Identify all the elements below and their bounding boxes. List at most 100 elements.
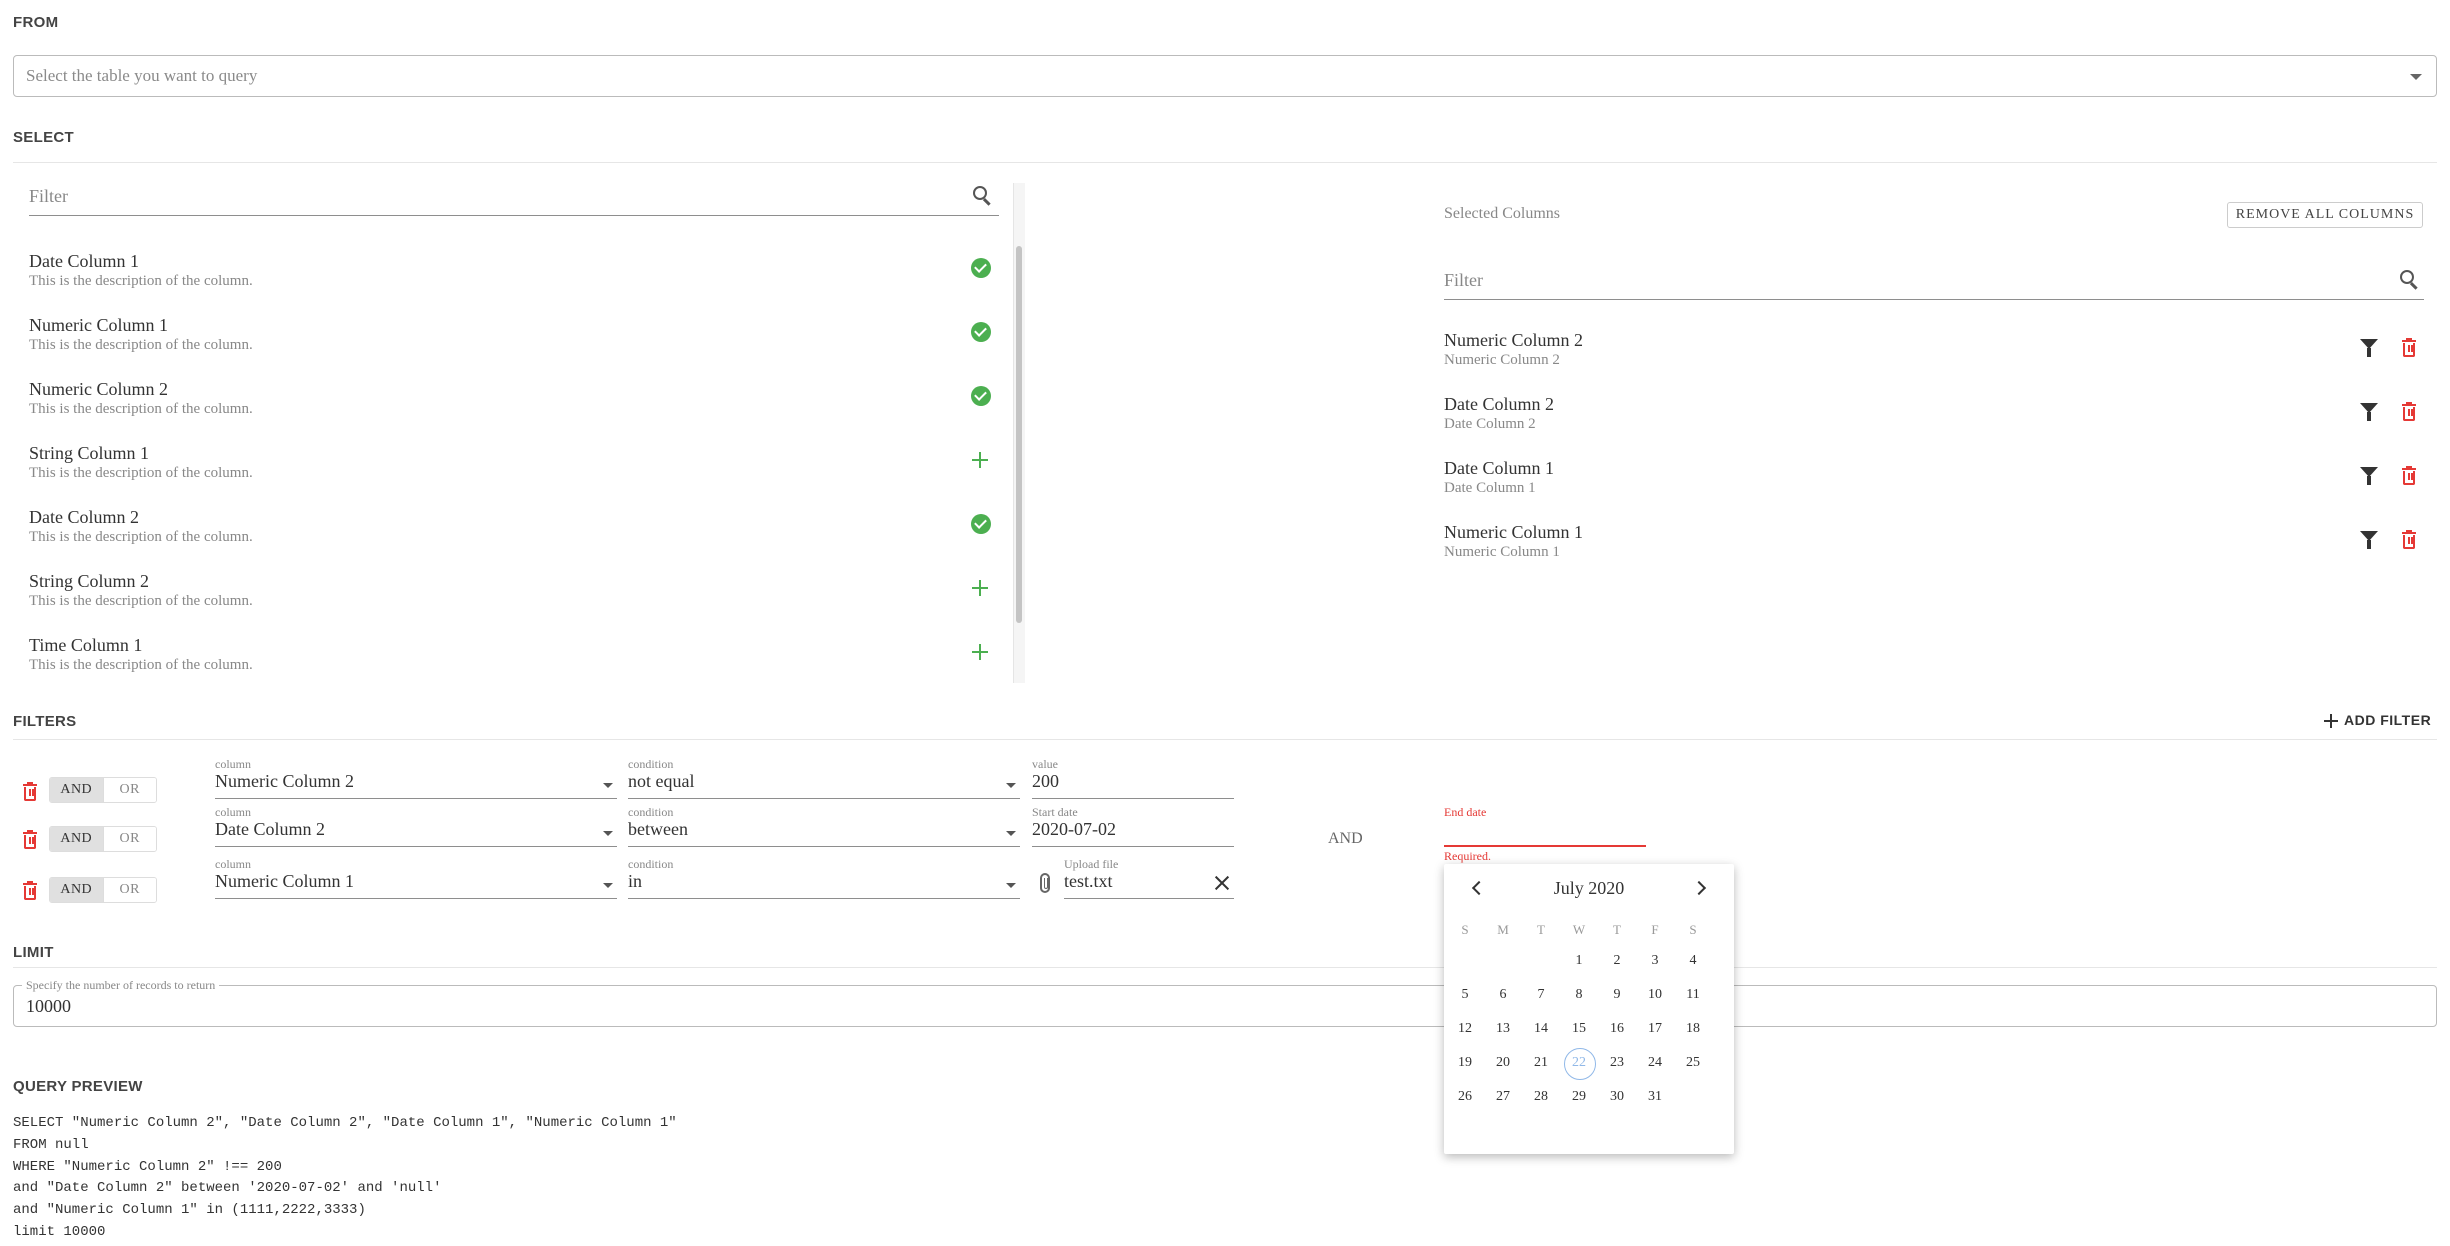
column-list-item[interactable]: String Column 2 This is the description o… (29, 571, 1009, 635)
and-option[interactable]: AND (50, 778, 103, 802)
filter-condition-select[interactable]: condition in (628, 857, 1020, 899)
and-option[interactable]: AND (50, 878, 103, 902)
selected-column-item[interactable]: Date Column 1 Date Column 1 (1444, 458, 2424, 522)
chevron-down-icon[interactable] (603, 883, 613, 888)
scrollbar-thumb[interactable] (1016, 246, 1022, 623)
filter-condition-select[interactable]: condition not equal (628, 757, 1020, 799)
calendar-day[interactable]: 27 (1484, 1080, 1522, 1114)
calendar-day[interactable]: 2 (1598, 944, 1636, 978)
column-list-item[interactable]: Time Column 1 This is the description of … (29, 635, 1009, 699)
delete-filter-icon[interactable] (23, 881, 37, 900)
calendar-day-today[interactable]: 22 (1560, 1046, 1598, 1080)
calendar-day[interactable]: 31 (1636, 1080, 1674, 1114)
end-date-input[interactable]: End date (1444, 805, 1646, 847)
clear-file-icon[interactable] (1214, 875, 1230, 891)
available-filter-input[interactable]: Filter (29, 178, 999, 216)
calendar-day[interactable]: 3 (1636, 944, 1674, 978)
filter-column-select[interactable]: column Date Column 2 (215, 805, 617, 847)
calendar-day[interactable]: 5 (1446, 978, 1484, 1012)
calendar-day[interactable]: 23 (1598, 1046, 1636, 1080)
delete-column-icon[interactable] (2402, 402, 2416, 421)
calendar-day[interactable]: 16 (1598, 1012, 1636, 1046)
and-option[interactable]: AND (50, 827, 103, 851)
calendar-day[interactable]: 30 (1598, 1080, 1636, 1114)
filter-column-select[interactable]: column Numeric Column 2 (215, 757, 617, 799)
attach-file-icon[interactable] (1040, 873, 1050, 893)
chevron-down-icon[interactable] (1006, 883, 1016, 888)
calendar-day[interactable]: 9 (1598, 978, 1636, 1012)
query-line: and "Numeric Column 1" in (1111,2222,333… (13, 1202, 366, 1219)
delete-filter-icon[interactable] (23, 782, 37, 801)
chevron-down-icon[interactable] (603, 831, 613, 836)
calendar-day[interactable]: 7 (1522, 978, 1560, 1012)
filter-condition-select[interactable]: condition between (628, 805, 1020, 847)
limit-input[interactable]: Specify the number of records to return … (13, 978, 2437, 1027)
table-select[interactable]: Select the table you want to query (13, 55, 2437, 97)
calendar-day[interactable]: 6 (1484, 978, 1522, 1012)
calendar-day[interactable]: 29 (1560, 1080, 1598, 1114)
delete-column-icon[interactable] (2402, 338, 2416, 357)
calendar-day[interactable]: 26 (1446, 1080, 1484, 1114)
filter-funnel-icon[interactable] (2360, 531, 2378, 549)
calendar-day[interactable]: 19 (1446, 1046, 1484, 1080)
and-or-toggle[interactable]: AND OR (49, 826, 157, 852)
check-circle-icon[interactable] (971, 386, 991, 406)
filter-funnel-icon[interactable] (2360, 467, 2378, 485)
delete-filter-icon[interactable] (23, 830, 37, 849)
calendar-day[interactable]: 4 (1674, 944, 1712, 978)
selected-column-item[interactable]: Numeric Column 2 Numeric Column 2 (1444, 330, 2424, 394)
check-circle-icon[interactable] (971, 322, 991, 342)
calendar-day[interactable]: 14 (1522, 1012, 1560, 1046)
calendar-day[interactable]: 28 (1522, 1080, 1560, 1114)
filter-value-input[interactable]: value 200 (1032, 757, 1234, 799)
search-icon[interactable] (2400, 270, 2420, 290)
search-icon[interactable] (973, 186, 993, 206)
upload-file-input[interactable]: Upload file test.txt (1064, 857, 1234, 899)
or-option[interactable]: OR (102, 778, 156, 802)
selected-filter-input[interactable]: Filter (1444, 262, 2424, 300)
check-circle-icon[interactable] (971, 258, 991, 278)
calendar-day[interactable]: 21 (1522, 1046, 1560, 1080)
add-column-icon[interactable] (971, 451, 989, 469)
or-option[interactable]: OR (102, 878, 156, 902)
filter-funnel-icon[interactable] (2360, 403, 2378, 421)
add-column-icon[interactable] (971, 579, 989, 597)
and-or-toggle[interactable]: AND OR (49, 877, 157, 903)
column-list-item[interactable]: Date Column 1 This is the description of … (29, 251, 1009, 315)
selected-column-item[interactable]: Date Column 2 Date Column 2 (1444, 394, 2424, 458)
calendar-day[interactable]: 20 (1484, 1046, 1522, 1080)
filter-funnel-icon[interactable] (2360, 339, 2378, 357)
calendar-day[interactable]: 10 (1636, 978, 1674, 1012)
chevron-down-icon[interactable] (1006, 783, 1016, 788)
calendar-day[interactable]: 12 (1446, 1012, 1484, 1046)
start-date-input[interactable]: Start date 2020-07-02 (1032, 805, 1234, 847)
and-or-toggle[interactable]: AND OR (49, 777, 157, 803)
column-list-item[interactable]: String Column 1 This is the description o… (29, 443, 1009, 507)
delete-column-icon[interactable] (2402, 530, 2416, 549)
calendar-day[interactable]: 8 (1560, 978, 1598, 1012)
or-option[interactable]: OR (102, 827, 156, 851)
calendar-day[interactable]: 13 (1484, 1012, 1522, 1046)
column-list-item[interactable]: Numeric Column 2 This is the description … (29, 379, 1009, 443)
check-circle-icon[interactable] (971, 514, 991, 534)
filter-column-select[interactable]: column Numeric Column 1 (215, 857, 617, 899)
calendar-day[interactable]: 15 (1560, 1012, 1598, 1046)
calendar-day[interactable]: 25 (1674, 1046, 1712, 1080)
calendar-day[interactable]: 11 (1674, 978, 1712, 1012)
chevron-down-icon[interactable] (603, 783, 613, 788)
column-list-item[interactable]: Numeric Column 1 This is the description … (29, 315, 1009, 379)
column-list-item[interactable]: Date Column 2 This is the description of … (29, 507, 1009, 571)
selected-column-item[interactable]: Numeric Column 1 Numeric Column 1 (1444, 522, 2424, 586)
weekday-header: T (1537, 922, 1545, 937)
calendar-day[interactable]: 17 (1636, 1012, 1674, 1046)
calendar-day[interactable]: 18 (1674, 1012, 1712, 1046)
between-and-label: AND (1328, 830, 1363, 847)
chevron-down-icon[interactable] (2410, 74, 2422, 80)
delete-column-icon[interactable] (2402, 466, 2416, 485)
add-column-icon[interactable] (971, 643, 989, 661)
remove-all-columns-button[interactable]: REMOVE ALL COLUMNS (2227, 202, 2423, 228)
calendar-day[interactable]: 24 (1636, 1046, 1674, 1080)
add-filter-button[interactable]: ADD FILTER (2324, 711, 2434, 733)
calendar-day[interactable]: 1 (1560, 944, 1598, 978)
chevron-down-icon[interactable] (1006, 831, 1016, 836)
